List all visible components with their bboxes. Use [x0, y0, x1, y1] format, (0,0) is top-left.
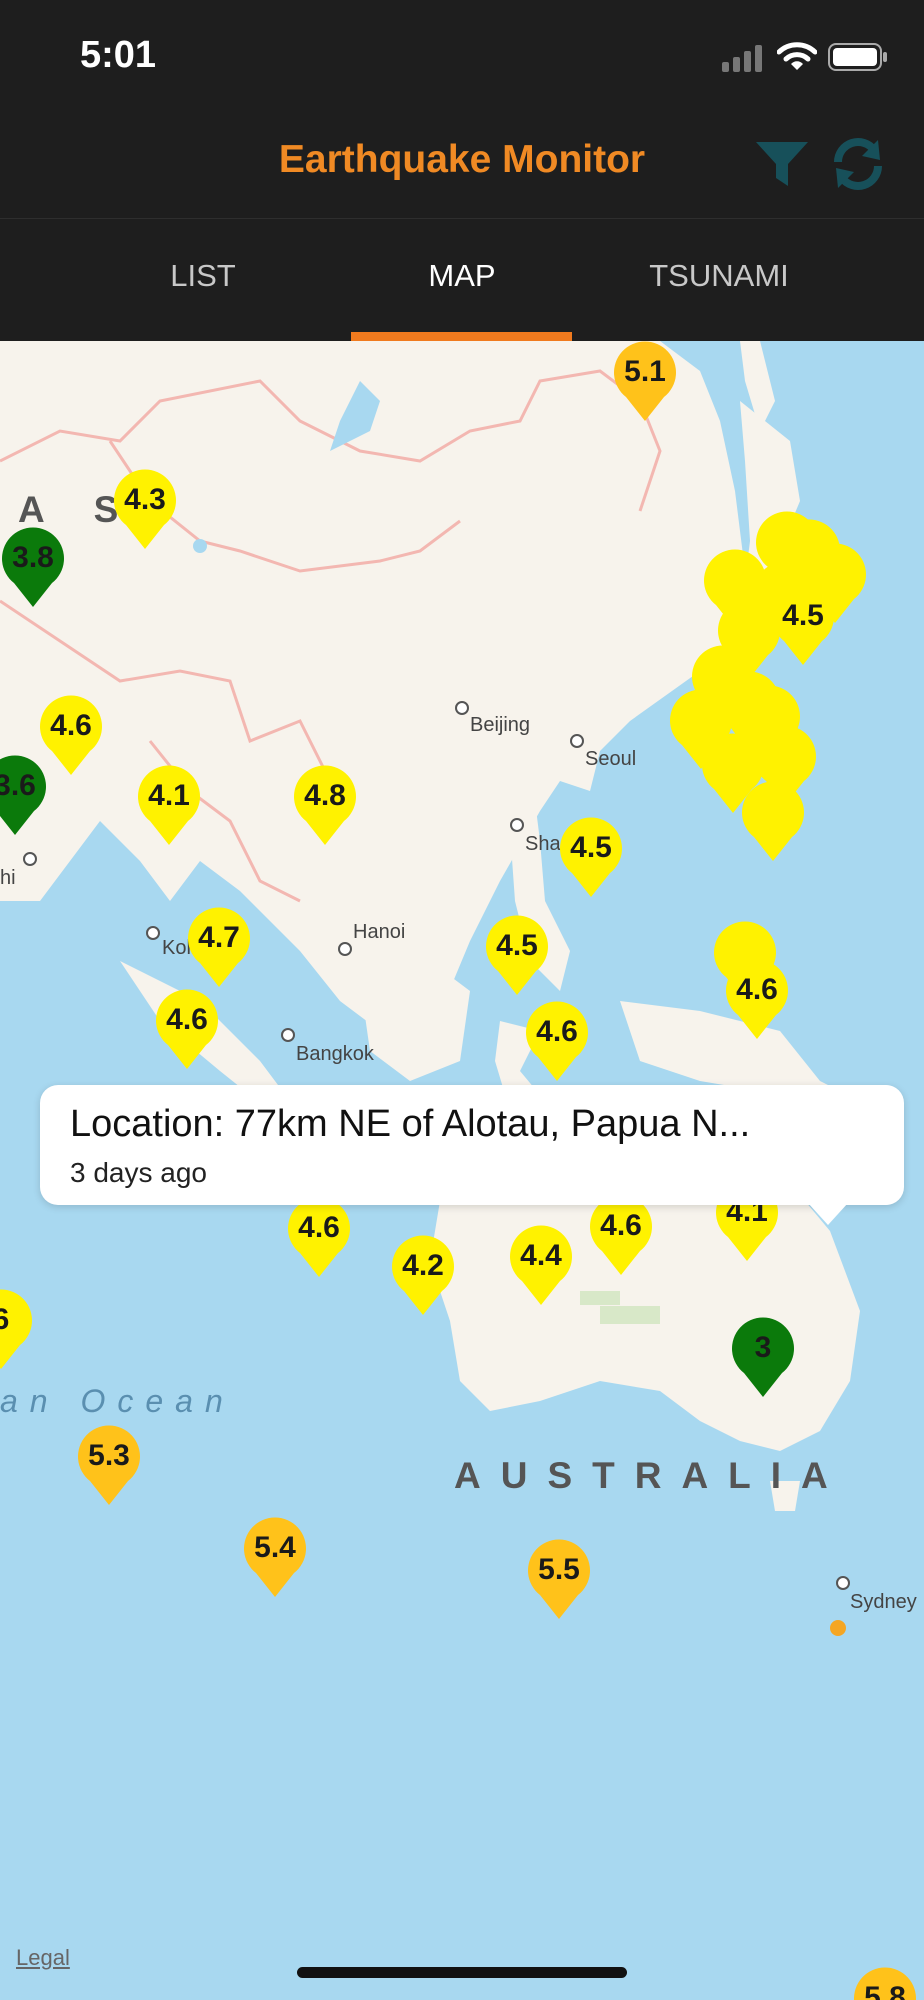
quake-magnitude-label: 4.4 — [520, 1239, 562, 1272]
legal-link[interactable]: Legal — [16, 1945, 70, 1971]
quake-pin[interactable]: 5.4 — [242, 1517, 308, 1599]
quake-pin[interactable]: 5.3 — [76, 1425, 142, 1507]
quake-magnitude-label: 3.8 — [12, 541, 54, 574]
city-label-bangkok: Bangkok — [296, 1043, 374, 1065]
quake-pin[interactable]: 4.5 — [770, 585, 836, 667]
quake-pin[interactable]: 3.6 — [0, 755, 48, 837]
quake-magnitude-label: 4.6 — [600, 1209, 642, 1242]
status-time: 5:01 — [80, 34, 157, 76]
quake-magnitude-label: 5.8 — [864, 1981, 906, 2000]
quake-pin[interactable]: 4.6 — [154, 989, 220, 1071]
quake-pin[interactable]: 4.6 — [588, 1195, 654, 1277]
tab-list[interactable]: LIST — [74, 219, 332, 341]
quake-pin[interactable]: 3.8 — [0, 527, 66, 609]
quake-pin[interactable]: 4.2 — [390, 1235, 456, 1317]
quake-pin[interactable]: 5.5 — [526, 1539, 592, 1621]
quake-magnitude-label: 3.6 — [0, 769, 36, 802]
quake-magnitude-label: 4.6 — [298, 1211, 340, 1244]
callout-location: Location: 77km NE of Alotau, Papua N... — [70, 1103, 751, 1145]
quake-magnitude-label: 5.3 — [88, 1439, 130, 1472]
battery-icon — [828, 43, 887, 71]
quake-pin[interactable]: 4.8 — [292, 765, 358, 847]
quake-pin[interactable]: 4.4 — [508, 1225, 574, 1307]
quake-magnitude-label: 4.6 — [50, 709, 92, 742]
city-label-seoul: Seoul — [585, 748, 637, 770]
tab-bar: LIST MAP TSUNAMI — [0, 219, 924, 341]
refresh-icon[interactable] — [826, 132, 890, 196]
quake-pin[interactable]: 5.1 — [612, 341, 678, 423]
city-label-beijing: Beijing — [470, 714, 531, 736]
quake-magnitude-label: 4.8 — [304, 779, 346, 812]
quake-magnitude-label: 4.6 — [536, 1015, 578, 1048]
quake-pin[interactable]: 3 — [730, 1317, 796, 1399]
quake-magnitude-label: 4.5 — [782, 599, 824, 632]
quake-magnitude-label: 6 — [0, 1303, 10, 1336]
quake-pin[interactable]: 5.8 — [852, 1967, 918, 2000]
tab-tsunami[interactable]: TSUNAMI — [590, 219, 848, 341]
tab-map[interactable]: MAP — [333, 219, 591, 341]
quake-magnitude-label: 5.5 — [538, 1553, 580, 1586]
city-label-sha: Sha — [525, 833, 561, 855]
quake-magnitude-label: 4.3 — [124, 483, 166, 516]
city-label-sydney: Sydney — [850, 1591, 917, 1613]
region-label-australia: AUSTRALIA — [454, 1455, 848, 1496]
quake-magnitude-label: 4.2 — [402, 1249, 444, 1282]
quake-pin[interactable]: 4.6 — [524, 1001, 590, 1083]
cellular-signal-icon — [722, 45, 762, 72]
quake-cluster-pin[interactable] — [740, 781, 806, 863]
quake-magnitude-label: 4.6 — [736, 973, 778, 1006]
quake-pin[interactable]: 4.6 — [286, 1197, 352, 1279]
location-callout[interactable]: Location: 77km NE of Alotau, Papua N... … — [40, 1085, 904, 1205]
quake-pin[interactable]: 4.1 — [136, 765, 202, 847]
callout-time: 3 days ago — [70, 1157, 207, 1188]
active-tab-indicator — [351, 332, 572, 341]
home-indicator[interactable] — [297, 1967, 627, 1978]
quake-magnitude-label: 4.5 — [570, 831, 612, 864]
ocean-label-indian: an Ocean — [0, 1383, 235, 1419]
quake-magnitude-label: 4.7 — [198, 921, 240, 954]
quake-magnitude-label: 5.4 — [254, 1531, 296, 1564]
city-label-hanoi: Hanoi — [353, 921, 406, 943]
map-view[interactable]: Beijing Seoul Sha Hanoi Kolk Bangkok Syd… — [0, 341, 924, 2000]
filter-icon[interactable] — [752, 134, 812, 194]
nav-bar: Earthquake Monitor — [0, 110, 924, 219]
quake-pin[interactable]: 4.6 — [724, 959, 790, 1041]
quake-cluster-pin[interactable] — [668, 689, 734, 771]
quake-pin[interactable]: 6 — [0, 1289, 34, 1371]
quake-pin[interactable]: 4.7 — [186, 907, 252, 989]
wifi-icon — [777, 42, 817, 70]
quake-magnitude-label: 4.6 — [166, 1003, 208, 1036]
quake-magnitude-label: 4.5 — [496, 929, 538, 962]
quake-pin[interactable]: 4.3 — [112, 469, 178, 551]
quake-magnitude-label: 5.1 — [624, 355, 666, 388]
city-label-hi: hi — [0, 867, 16, 889]
quake-magnitude-label: 3 — [754, 1331, 772, 1364]
quake-magnitude-label: 4.1 — [148, 779, 190, 812]
quake-pin[interactable]: 4.5 — [558, 817, 624, 899]
quake-pin[interactable]: 4.5 — [484, 915, 550, 997]
callout-tail — [808, 1203, 848, 1225]
status-bar: 5:01 — [0, 0, 924, 110]
